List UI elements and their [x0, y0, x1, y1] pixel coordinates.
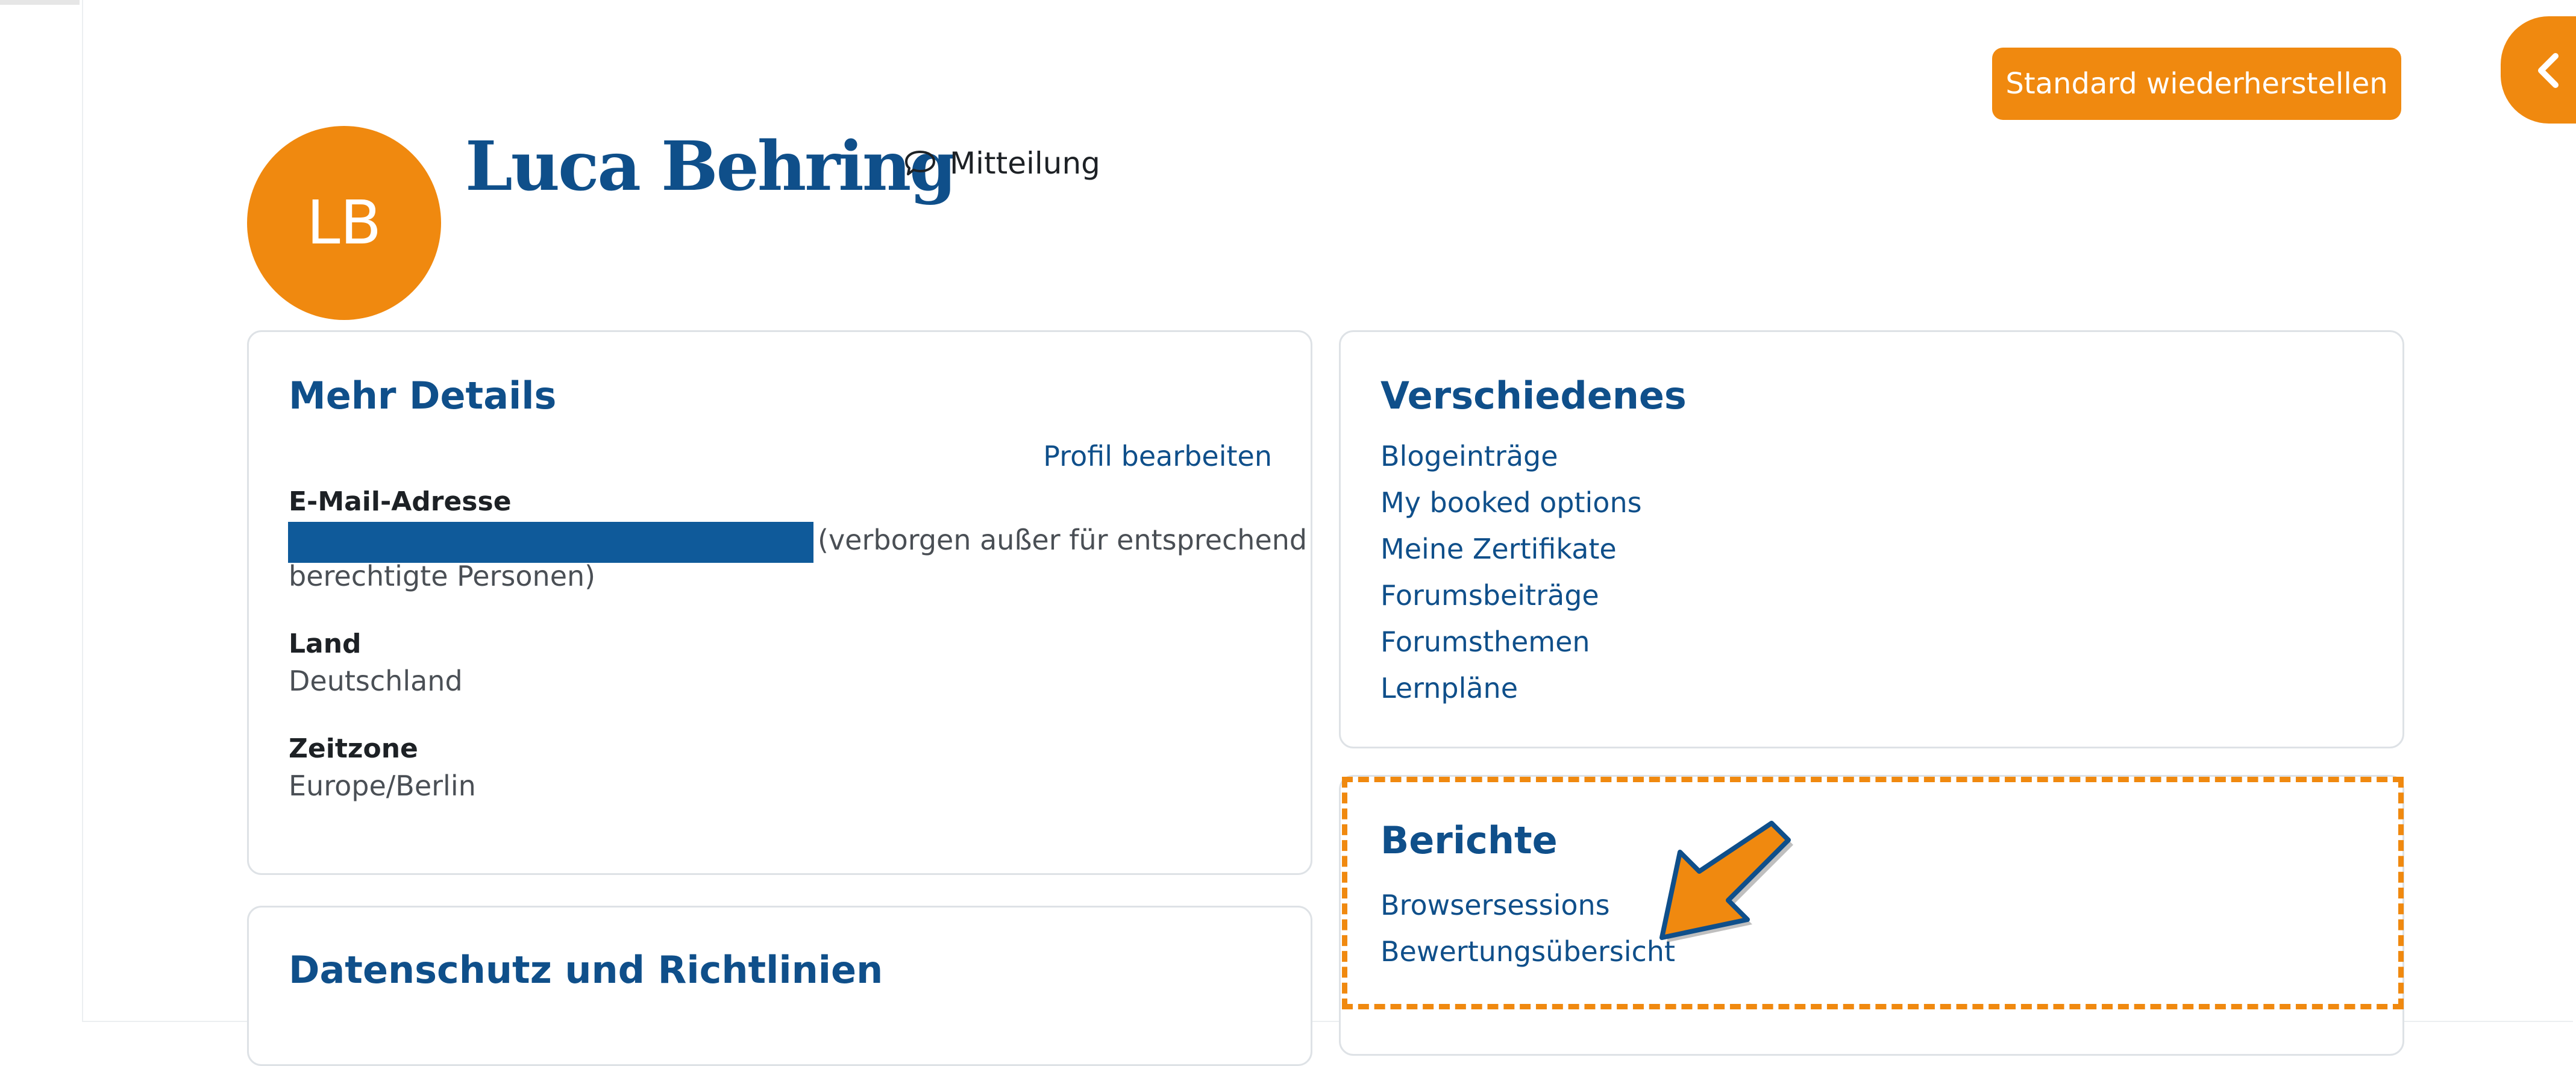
blog-entries-link[interactable]: Blogeinträge [1380, 437, 1558, 475]
timezone-value: Europe/Berlin [289, 770, 476, 802]
misc-title: Verschiedenes [1380, 374, 1687, 418]
message-label: Mitteilung [950, 146, 1100, 181]
left-margin [0, 0, 82, 1024]
reset-default-button[interactable]: Standard wiederherstellen [1992, 48, 2401, 120]
forum-posts-link[interactable]: Forumsbeiträge [1380, 576, 1599, 615]
certificates-link[interactable]: Meine Zertifikate [1380, 530, 1617, 568]
country-value: Deutschland [289, 665, 463, 697]
learning-plans-link[interactable]: Lernpläne [1380, 669, 1518, 707]
email-hidden-note: (verborgen außer für entsprechend [818, 524, 1308, 556]
timezone-label: Zeitzone [289, 733, 418, 764]
details-card: Mehr Details Profil bearbeiten E-Mail-Ad… [247, 330, 1312, 875]
left-tab-strip [0, 0, 80, 5]
speech-bubble-icon [905, 151, 935, 175]
edit-profile-link[interactable]: Profil bearbeiten [1043, 437, 1272, 475]
message-link[interactable]: Mitteilung [904, 142, 1100, 184]
forum-topics-link[interactable]: Forumsthemen [1380, 622, 1590, 661]
booked-options-link[interactable]: My booked options [1380, 483, 1642, 522]
email-label: E-Mail-Adresse [289, 486, 512, 517]
chevron-left-icon [2538, 53, 2559, 88]
privacy-card: Datenschutz und Richtlinien [247, 906, 1312, 1066]
misc-card: Verschiedenes Blogeinträge My booked opt… [1339, 330, 2404, 748]
avatar: LB [247, 126, 441, 320]
pointer-arrow-icon [1659, 821, 1793, 942]
country-label: Land [289, 629, 362, 659]
email-redaction-bar [288, 522, 813, 563]
reports-highlight-frame [1342, 777, 2404, 1009]
privacy-title: Datenschutz und Richtlinien [289, 948, 883, 992]
email-hidden-note-cont: berechtigte Personen) [289, 560, 596, 592]
details-title: Mehr Details [289, 374, 557, 418]
page-title: Luca Behring [465, 127, 957, 206]
